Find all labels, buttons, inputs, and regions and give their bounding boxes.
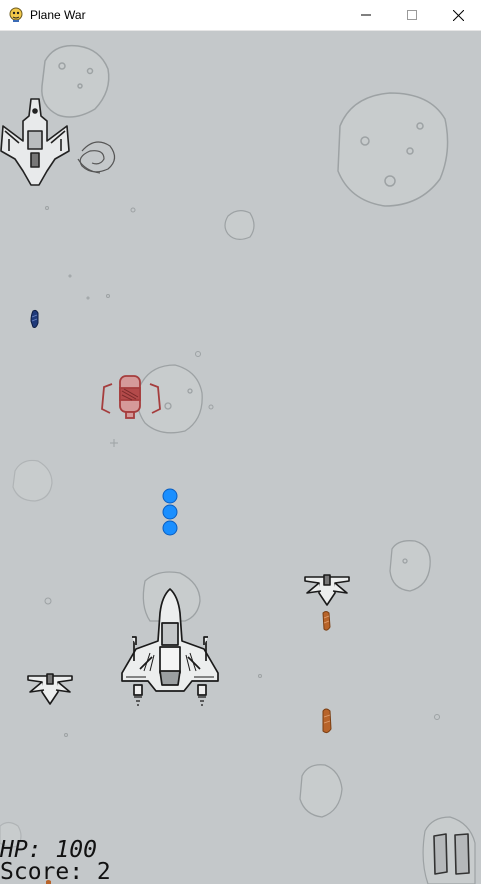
player-bullets: [162, 488, 178, 536]
close-button[interactable]: [435, 0, 481, 30]
asteroid-small-mid: [224, 210, 255, 240]
maximize-button[interactable]: [389, 0, 435, 30]
enemy-fighter: [304, 574, 350, 606]
window-title: Plane War: [30, 8, 86, 22]
asteroid-right-mid: [389, 540, 431, 592]
enemy-fighter: [27, 673, 73, 705]
minimize-button[interactable]: [343, 0, 389, 30]
enemy-bullet-orange: [322, 611, 331, 631]
maximize-icon: [407, 10, 417, 20]
minimize-icon: [361, 14, 371, 16]
explosion-smoke: [77, 141, 116, 174]
game-window: Plane War HP: 100 Score: 2: [0, 0, 481, 884]
game-scene: [0, 44, 476, 884]
space-debris: [44, 206, 440, 737]
enemy-bullet-orange: [322, 708, 332, 734]
game-canvas[interactable]: HP: 100 Score: 2: [0, 31, 481, 884]
player-bullet: [162, 488, 178, 504]
asteroid-large-top-right: [337, 92, 449, 207]
player-bullet: [162, 504, 178, 520]
asteroid-left-mid: [12, 459, 53, 502]
title-bar[interactable]: Plane War: [0, 0, 481, 31]
asteroid-bottom-right: [299, 764, 343, 818]
player-ship: [121, 588, 219, 706]
enemy-bullet-blue: [30, 309, 39, 328]
player-bullet: [162, 520, 178, 536]
asteroid-large-top-left: [41, 44, 110, 118]
pygame-app-icon: [9, 7, 23, 22]
score-display: Score: 2: [0, 859, 111, 884]
close-icon: [452, 9, 464, 21]
asteroid-behind-powerup: [136, 364, 203, 434]
